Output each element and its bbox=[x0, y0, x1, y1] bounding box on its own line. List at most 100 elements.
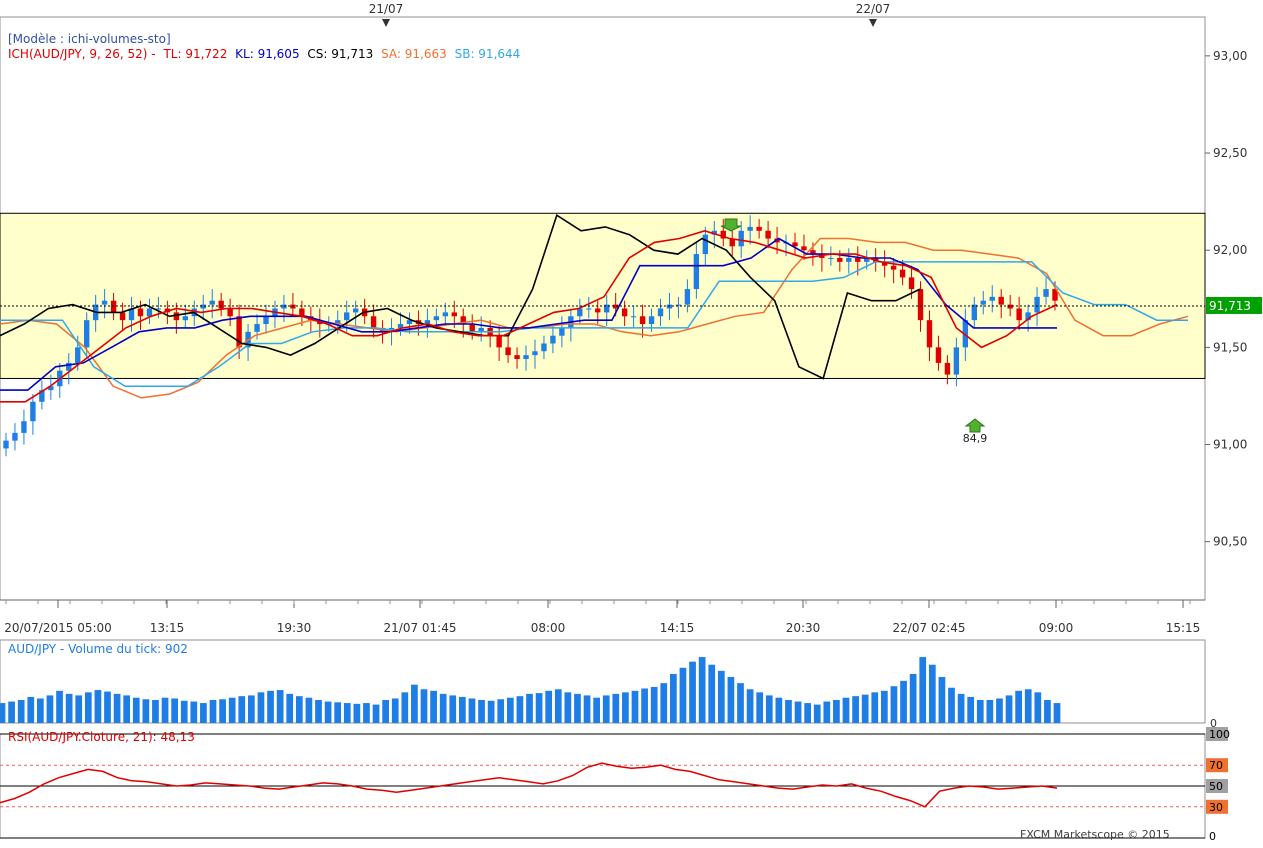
top-date-label: 21/07 bbox=[369, 2, 404, 16]
volume-bar bbox=[708, 664, 716, 723]
volume-bar bbox=[727, 677, 735, 723]
candle-body bbox=[523, 355, 529, 360]
candle-body bbox=[899, 269, 906, 278]
volume-bar bbox=[794, 701, 802, 723]
candle-body bbox=[3, 440, 9, 449]
volume-bar bbox=[631, 690, 639, 723]
volume-bar bbox=[526, 693, 533, 723]
volume-bar bbox=[813, 704, 821, 723]
volume-bar bbox=[861, 694, 869, 723]
volume-bar bbox=[295, 696, 303, 723]
candle-body bbox=[577, 308, 583, 317]
candle-body bbox=[953, 347, 960, 375]
candle-body bbox=[344, 312, 350, 321]
range-box bbox=[0, 212, 1206, 379]
volume-title: AUD/JPY - Volume du tick: 902 bbox=[8, 642, 188, 656]
copyright-footer: FXCM Marketscope © 2015 bbox=[1020, 828, 1170, 841]
volume-bar bbox=[37, 698, 44, 723]
volume-bar bbox=[391, 698, 399, 723]
candle-body bbox=[702, 234, 709, 255]
volume-bar bbox=[468, 698, 476, 723]
candle-body bbox=[496, 335, 502, 348]
legend-prefix: ICH(AUD/JPY, 9, 26, 52) - bbox=[8, 47, 156, 61]
candle-body bbox=[935, 347, 942, 363]
volume-bar bbox=[641, 688, 648, 723]
volume-bar bbox=[8, 701, 15, 723]
volume-bar bbox=[1034, 692, 1042, 723]
volume-bar bbox=[315, 700, 322, 723]
volume-bar bbox=[286, 693, 294, 723]
volume-bar bbox=[238, 696, 246, 723]
volume-bar bbox=[478, 700, 485, 723]
candle-body bbox=[648, 316, 655, 325]
volume-bar bbox=[180, 700, 188, 723]
candle-body bbox=[30, 401, 36, 422]
volume-bar bbox=[986, 700, 994, 723]
candle-body bbox=[971, 304, 977, 321]
candle-body bbox=[765, 230, 771, 239]
volume-bar bbox=[660, 683, 668, 723]
volume-bar bbox=[113, 693, 121, 723]
last-price-label: 91,713 bbox=[1209, 299, 1251, 313]
volume-bar bbox=[564, 692, 572, 723]
volume-bar bbox=[516, 696, 524, 723]
volume-bar bbox=[746, 689, 754, 723]
volume-bar bbox=[881, 690, 888, 723]
volume-bar bbox=[948, 687, 955, 723]
candle-body bbox=[451, 312, 457, 317]
x-tick-label: 21/07 01:45 bbox=[384, 621, 457, 635]
legend-sb: SB: 91,644 bbox=[454, 47, 521, 61]
candle-body bbox=[146, 308, 153, 317]
candle-body bbox=[254, 324, 260, 332]
candle-body bbox=[855, 257, 861, 262]
candle-body bbox=[84, 320, 90, 348]
x-tick-label: 09:00 bbox=[1039, 621, 1074, 635]
x-tick-label: 13:15 bbox=[150, 621, 185, 635]
candle-body bbox=[119, 312, 126, 321]
candle-body bbox=[908, 277, 915, 290]
x-tick-label: 08:00 bbox=[531, 621, 566, 635]
volume-bar bbox=[267, 690, 274, 723]
candle-body bbox=[837, 257, 843, 262]
volume-bar bbox=[785, 700, 792, 723]
candle-body bbox=[693, 254, 700, 290]
candle-body bbox=[75, 347, 81, 363]
volume-bar bbox=[420, 689, 428, 723]
volume-bar bbox=[401, 692, 409, 723]
volume-bar bbox=[65, 693, 73, 723]
y-tick-label: 92,50 bbox=[1213, 146, 1247, 160]
y-tick-label: 91,00 bbox=[1213, 438, 1247, 452]
volume-bar bbox=[583, 695, 591, 723]
volume-bar bbox=[1053, 703, 1061, 723]
candle-body bbox=[738, 230, 744, 247]
volume-bar bbox=[737, 683, 744, 723]
volume-bar bbox=[84, 692, 92, 723]
volume-bar bbox=[382, 700, 389, 723]
candle-body bbox=[998, 296, 1004, 305]
volume-bar bbox=[411, 684, 418, 723]
volume-bar bbox=[698, 657, 706, 723]
volume-bar bbox=[372, 704, 380, 723]
volume-bar bbox=[219, 699, 226, 723]
volume-bar bbox=[439, 693, 447, 723]
volume-bar bbox=[804, 703, 811, 723]
volume-bar bbox=[142, 699, 150, 723]
candle-body bbox=[182, 316, 189, 321]
y-tick-label: 91,50 bbox=[1213, 340, 1247, 354]
x-tick-label: 14:15 bbox=[660, 621, 695, 635]
legend-tl: TL: 91,722 bbox=[163, 47, 228, 61]
volume-bar bbox=[938, 677, 946, 723]
volume-bar bbox=[1015, 690, 1022, 723]
volume-bar bbox=[449, 695, 457, 723]
volume-bar bbox=[650, 686, 658, 723]
volume-bar bbox=[967, 696, 975, 723]
x-tick-label: 15:15 bbox=[1166, 621, 1201, 635]
volume-bar bbox=[842, 697, 850, 723]
candle-body bbox=[200, 304, 206, 309]
candle-body bbox=[469, 324, 475, 332]
volume-bar bbox=[622, 692, 629, 723]
candle-body bbox=[541, 343, 547, 352]
candle-body bbox=[442, 312, 449, 317]
volume-bar bbox=[75, 695, 83, 723]
volume-bar bbox=[775, 697, 783, 723]
